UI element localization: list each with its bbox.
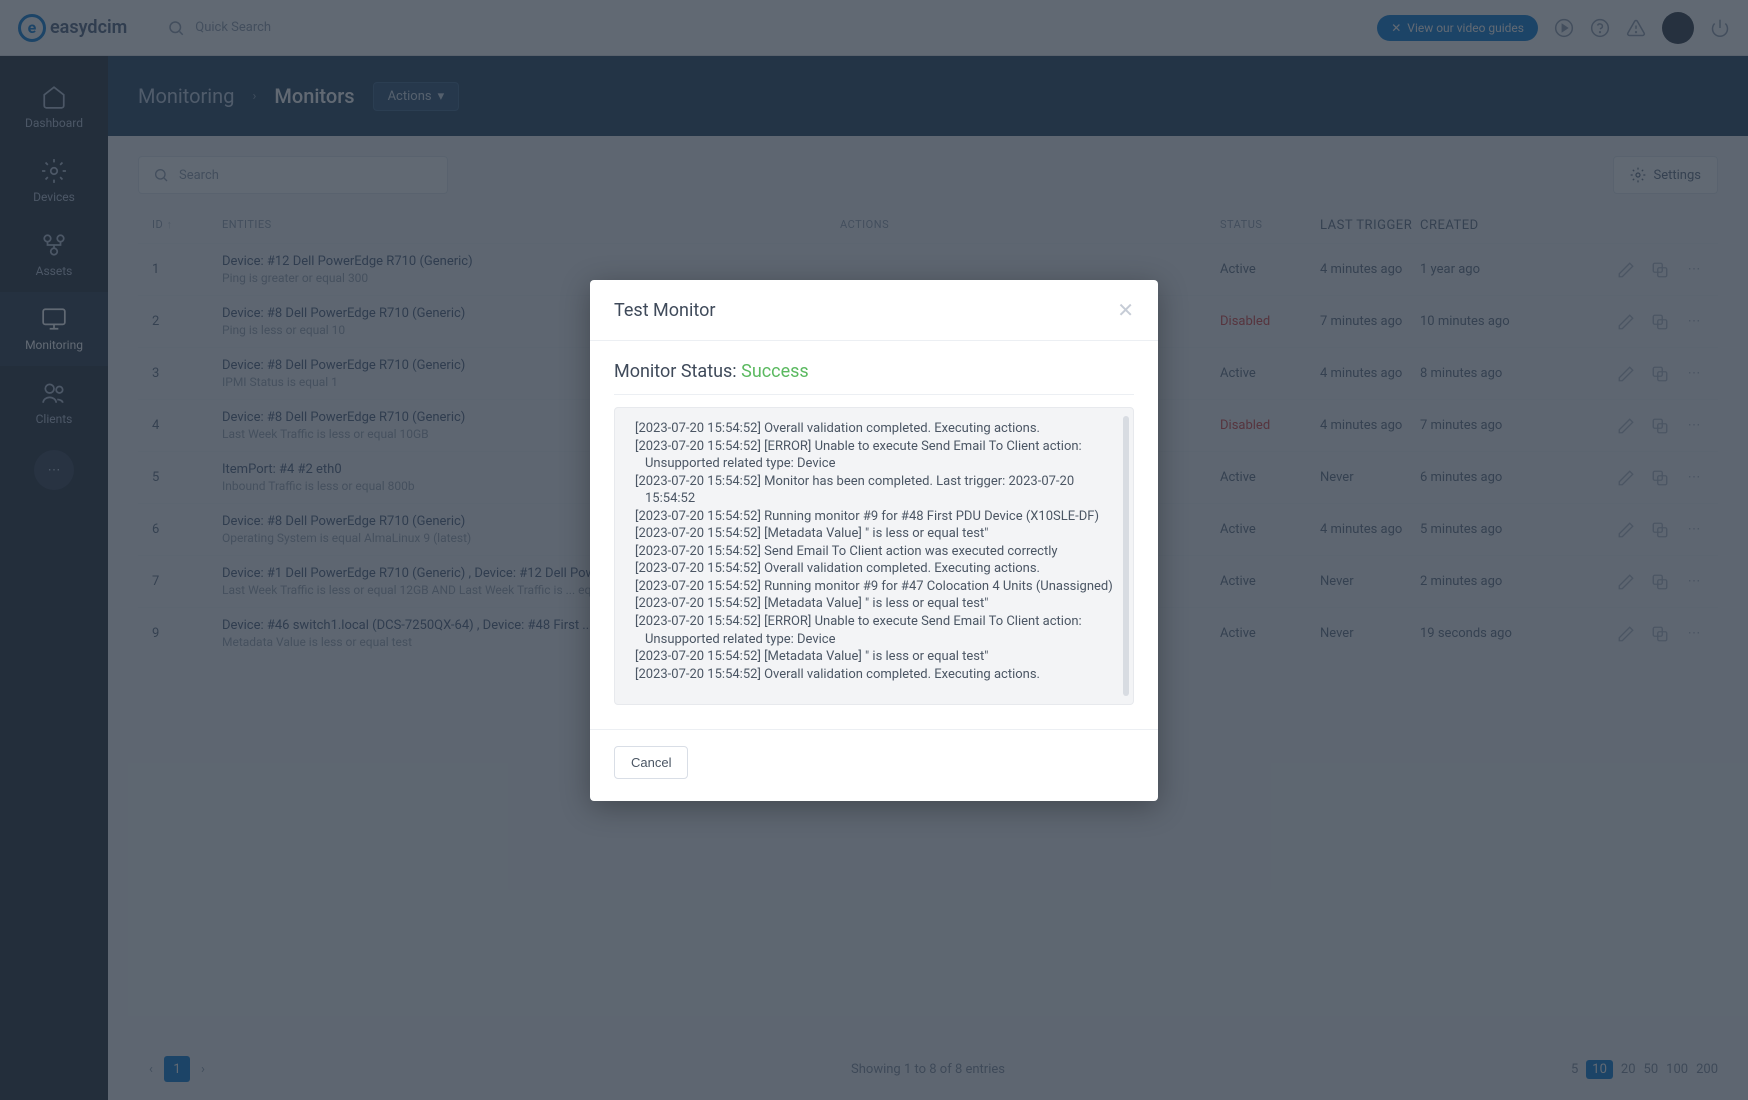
- close-icon[interactable]: ✕: [1117, 298, 1134, 322]
- modal-footer: Cancel: [590, 729, 1158, 801]
- log-line: [2023-07-20 15:54:52] [Metadata Value] "…: [625, 648, 1115, 666]
- status-value: Success: [741, 361, 809, 382]
- log-line: [2023-07-20 15:54:52] Send Email To Clie…: [625, 543, 1115, 561]
- modal-header: Test Monitor ✕: [590, 280, 1158, 341]
- log-line: [2023-07-20 15:54:52] Running monitor #9…: [625, 578, 1115, 596]
- test-monitor-modal: Test Monitor ✕ Monitor Status: Success […: [590, 280, 1158, 801]
- log-line: [2023-07-20 15:54:52] Monitor has been c…: [625, 473, 1115, 508]
- modal-body: Monitor Status: Success [2023-07-20 15:5…: [590, 341, 1158, 729]
- log-line: [2023-07-20 15:54:52] [ERROR] Unable to …: [625, 438, 1115, 473]
- log-line: [2023-07-20 15:54:52] Running monitor #9…: [625, 508, 1115, 526]
- log-line: [2023-07-20 15:54:52] Overall validation…: [625, 666, 1115, 684]
- log-line: [2023-07-20 15:54:52] [ERROR] Unable to …: [625, 613, 1115, 648]
- log-line: [2023-07-20 15:54:52] Overall validation…: [625, 420, 1115, 438]
- monitor-status: Monitor Status: Success: [614, 361, 1134, 395]
- modal-title: Test Monitor: [614, 300, 715, 321]
- modal-overlay: Test Monitor ✕ Monitor Status: Success […: [0, 0, 1748, 1100]
- log-line: [2023-07-20 15:54:52] [Metadata Value] "…: [625, 525, 1115, 543]
- log-output[interactable]: [2023-07-20 15:54:52] Overall validation…: [614, 407, 1134, 705]
- log-line: [2023-07-20 15:54:52] [Metadata Value] "…: [625, 595, 1115, 613]
- cancel-button[interactable]: Cancel: [614, 746, 688, 779]
- log-line: [2023-07-20 15:54:52] Overall validation…: [625, 560, 1115, 578]
